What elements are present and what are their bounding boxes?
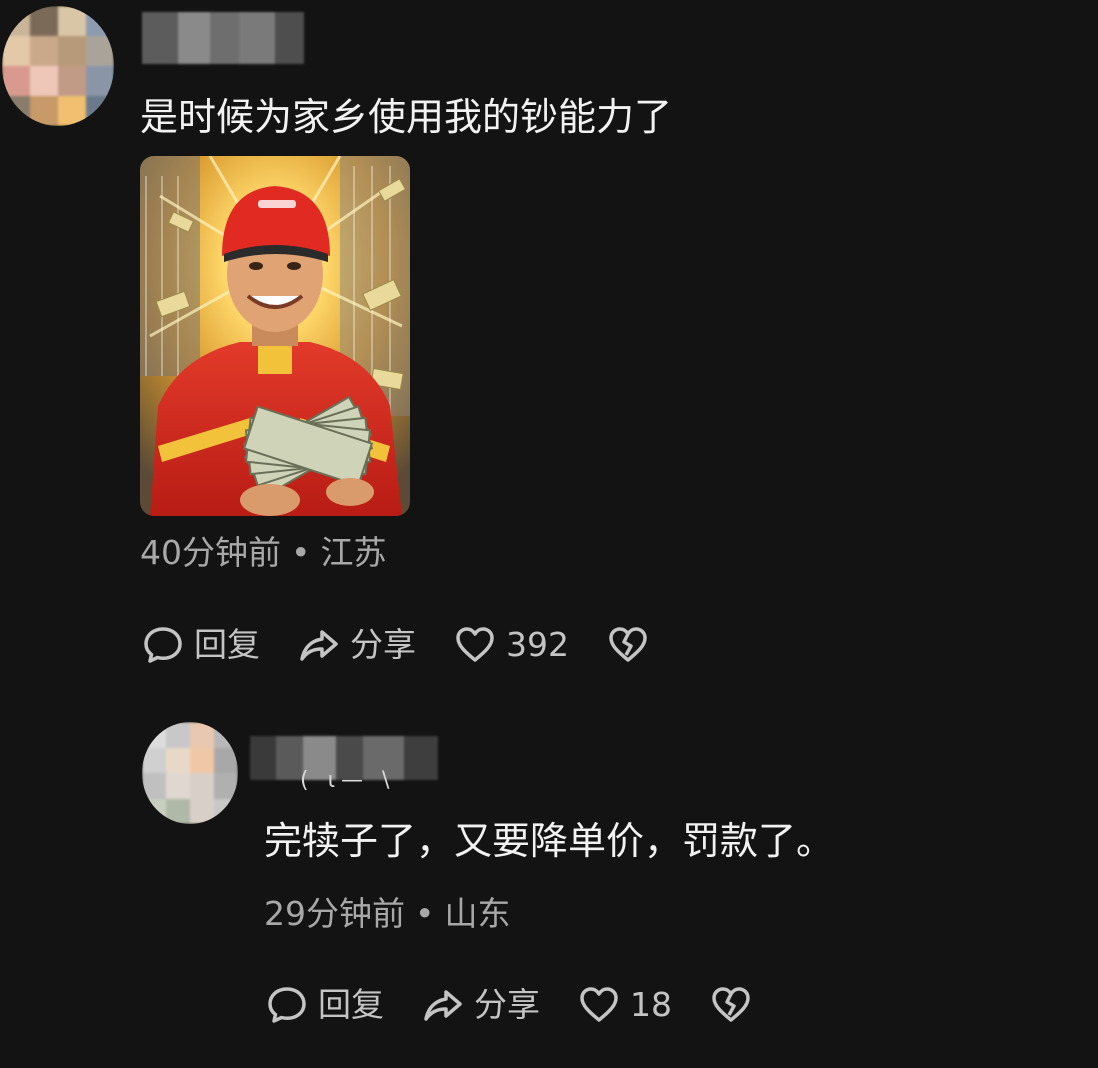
avatar-pixel [58,66,86,96]
partial-username-glyphs: ( ɩ— \ [300,768,396,793]
broken-heart-icon [609,627,647,662]
avatar-pixel [2,66,30,96]
avatar-pixel [166,747,190,773]
avatar-pixel [190,798,214,824]
heart-icon [580,987,618,1022]
avatar-pixel [166,722,190,748]
avatar-pixel [166,798,190,824]
like-button[interactable]: 18 [578,984,672,1026]
comment-text: 完犊子了，又要降单价，罚款了。 [264,819,835,863]
avatar-pixel [190,747,214,773]
share-button[interactable]: 分享 [298,624,416,666]
timestamp: 40分钟前 [140,533,281,572]
avatar-pixel [142,798,166,824]
avatar-pixel [86,66,114,96]
photo-image-icon [140,156,410,516]
like-count: 18 [630,985,672,1024]
attached-photo[interactable] [140,156,410,516]
avatar[interactable] [2,6,114,126]
avatar-pixel [30,6,58,36]
avatar-pixel [214,747,238,773]
share-arrow-icon [424,990,462,1021]
avatar-pixel [30,96,58,126]
avatar-pixel [166,773,190,799]
reply-button[interactable]: 回复 [266,984,384,1026]
avatar-pixel [30,36,58,66]
broken-heart-icon [712,987,750,1022]
avatar-pixel [86,36,114,66]
avatar-pixel [2,6,30,36]
separator-dot: • [415,894,435,933]
avatar-pixel [86,96,114,126]
avatar-pixel [142,773,166,799]
avatar-pixel [142,747,166,773]
reply-label: 回复 [194,625,260,664]
timestamp: 29分钟前 [264,894,405,933]
avatar-pixel [142,722,166,748]
share-button[interactable]: 分享 [422,984,540,1026]
avatar-pixel [190,773,214,799]
share-label: 分享 [350,625,416,664]
avatar-pixel [86,6,114,36]
avatar-pixel [58,6,86,36]
action-bar: 回复 分享 392 [142,624,687,666]
avatar-pixel [58,36,86,66]
comment-meta: 29分钟前 • 山东 [264,894,510,934]
avatar-pixel [214,798,238,824]
separator-dot: • [291,533,311,572]
reply-button[interactable]: 回复 [142,624,260,666]
avatar-pixel [58,96,86,126]
location: 山东 [444,894,511,933]
avatar-pixel [214,722,238,748]
action-bar: 回复 分享 18 [266,984,790,1026]
share-arrow-icon [300,630,338,661]
like-count: 392 [506,625,569,664]
dislike-button[interactable] [607,624,649,666]
username-redacted[interactable] [142,12,304,64]
avatar-pixel [214,773,238,799]
comment-text: 是时候为家乡使用我的钞能力了 [140,95,673,139]
comment-bubble-icon [144,627,182,663]
comment-bubble-icon [268,987,306,1023]
avatar-pixel [2,36,30,66]
avatar-pixel [190,722,214,748]
location: 江苏 [320,533,387,572]
like-button[interactable]: 392 [454,624,569,666]
avatar-pixel [30,66,58,96]
dislike-button[interactable] [710,984,752,1026]
heart-icon [456,627,494,662]
reply-label: 回复 [318,985,384,1024]
comment-meta: 40分钟前 • 江苏 [140,533,386,573]
share-label: 分享 [474,985,540,1024]
avatar[interactable] [142,722,238,824]
avatar-pixel [2,96,30,126]
